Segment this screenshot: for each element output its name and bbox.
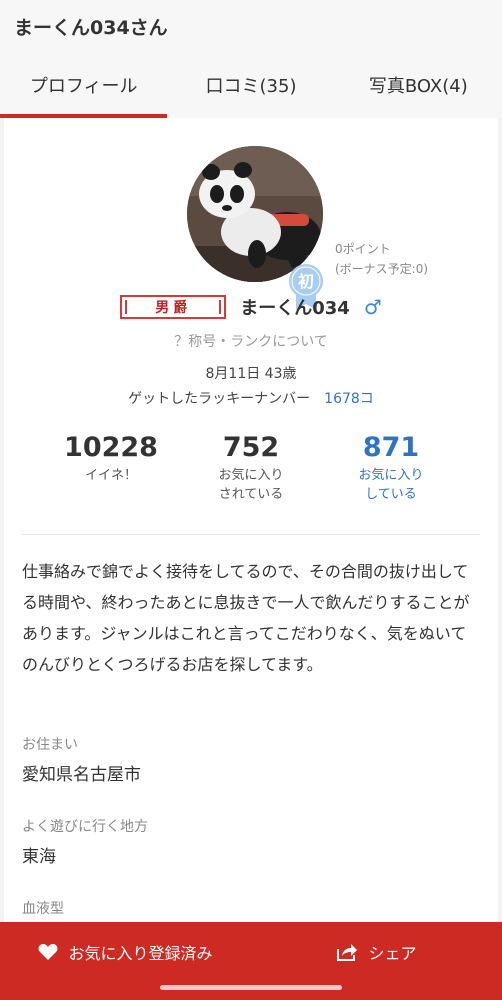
stats-row: 10228 イイネ！ 752 お気に入り されている 871 お気に入り してい… (4, 430, 498, 504)
profile-card: 初 0ポイント (ボーナス予定:0) 男爵 まーくん034 ♂ ？称号・ランクに… (4, 118, 498, 938)
area-value: 東海 (22, 847, 56, 867)
page-title: まーくん034さん (14, 16, 168, 39)
lucky-number-count[interactable]: 1678コ (324, 388, 374, 408)
share-button-label: シェア (368, 944, 417, 963)
stat-favoriting[interactable]: 871 お気に入り している (321, 430, 461, 504)
beginner-badge-text: 初 (297, 272, 314, 291)
tab-profile[interactable]: プロフィール (0, 52, 168, 118)
stat-favorited-by-label-1: お気に入り (218, 468, 284, 483)
heart-icon (39, 944, 58, 960)
avatar-wrap: 初 (187, 146, 323, 310)
rank-title-badge[interactable]: 男爵 (120, 295, 227, 319)
residence-label: お住まい (22, 737, 78, 753)
tab-photo-box[interactable]: 写真BOX(4) (335, 52, 502, 118)
stat-favoriting-label-1: お気に入り (358, 468, 424, 483)
name-row: 男爵 まーくん034 ♂ (4, 294, 498, 320)
bio-text: 仕事絡みで錦でよく接待をしてるので、その合間の抜け出してる時間や、終わったあとに… (22, 562, 470, 674)
stat-favorited-by: 752 お気に入り されている (181, 430, 321, 504)
stat-favorited-by-label-2: されている (218, 487, 284, 502)
bonus-text: (ボーナス予定:0) (335, 262, 429, 276)
share-icon (337, 944, 358, 961)
points-info: 0ポイント (ボーナス予定:0) (335, 239, 428, 279)
favorite-button-label: お気に入り登録済み (68, 944, 213, 963)
bottom-action-bar: お気に入り登録済み シェア (0, 922, 502, 1000)
blood-type-label: 血液型 (22, 901, 64, 917)
area-label: よく遊びに行く地方 (22, 819, 148, 835)
top-bar: まーくん034さん (0, 0, 502, 52)
stat-likes: 10228 イイネ！ (41, 430, 181, 504)
residence-value: 愛知県名古屋市 (22, 765, 141, 785)
male-icon: ♂ (363, 295, 382, 319)
points-text: 0ポイント (335, 242, 391, 256)
stat-likes-label: イイネ！ (84, 468, 137, 483)
home-indicator (160, 985, 342, 990)
avatar (187, 146, 323, 282)
tab-reviews[interactable]: 口コミ(35) (167, 52, 334, 118)
stat-favorited-by-value: 752 (222, 432, 280, 463)
tab-bar: プロフィール 口コミ(35) 写真BOX(4) (0, 52, 502, 118)
lucky-number-row: ゲットしたラッキーナンバー 1678コ (4, 388, 498, 408)
stat-likes-value: 10228 (64, 432, 158, 463)
lucky-number-label: ゲットしたラッキーナンバー (128, 391, 311, 407)
username: まーくん034 (240, 298, 350, 319)
divider (22, 534, 480, 535)
rank-title-text: 男爵 (155, 300, 192, 316)
birthday-age: 8月11日 43歳 (205, 366, 297, 382)
rank-help-link[interactable]: ？称号・ランクについて (4, 331, 498, 351)
avatar-image (187, 146, 323, 282)
stat-favoriting-value: 871 (362, 432, 420, 463)
stat-favoriting-label-2: している (365, 487, 417, 502)
